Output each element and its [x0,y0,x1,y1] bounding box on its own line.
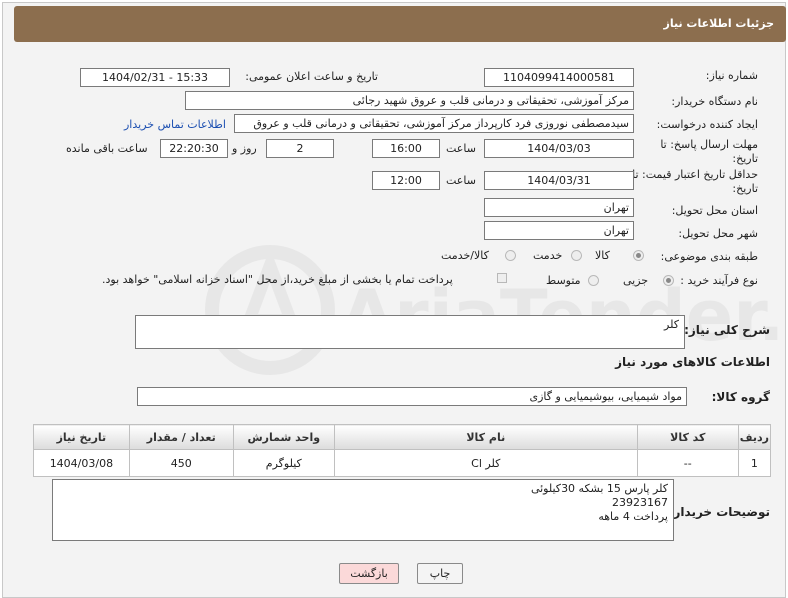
goods-group-field[interactable]: مواد شیمیایی، بیوشیمیایی و گازی [137,387,687,406]
summary-field[interactable]: کلر [135,315,685,349]
remaining-label: ساعت باقی مانده [66,142,148,155]
process-radio-medium[interactable] [588,275,599,286]
category-label: طبقه بندی موضوعی: [660,250,758,263]
contact-buyer-link[interactable]: اطلاعات تماس خریدار [124,118,226,131]
process-label: نوع فرآیند خرید : [680,274,758,287]
buyer-notes-line-2: 23923167 [612,496,668,509]
buyer-notes-line-3: پرداخت 4 ماهه [598,510,668,523]
back-button[interactable]: بازگشت [339,563,399,584]
province-field[interactable]: تهران [484,198,634,217]
buyer-notes-line-1: کلر پارس 15 بشکه 30کیلوئی [530,482,668,495]
col-row: ردیف [737,424,772,450]
summary-text: کلر [664,318,679,331]
need-number-field[interactable]: 1104099414000581 [484,68,634,87]
validity-label-text: حداقل تاریخ اعتبار قیمت: تا تاریخ: [632,168,758,195]
process-option-medium: متوسط [546,274,581,287]
requester-label: ایجاد کننده درخواست: [656,118,758,131]
buyer-notes-field[interactable]: کلر پارس 15 بشکه 30کیلوئی 23923167 پرداخ… [52,479,674,541]
category-option-service: خدمت [533,249,563,262]
validity-time-label: ساعت [446,174,476,187]
category-option-goods-service: کالا/خدمت [441,249,489,262]
print-button[interactable]: چاپ [417,563,463,584]
announce-label: تاریخ و ساعت اعلان عمومی: [245,70,378,83]
buyer-org-label: نام دستگاه خریدار: [671,95,758,108]
summary-label: شرح کلی نیاز: [684,323,770,337]
province-label: استان محل تحویل: [671,204,758,217]
page-title: جزئیات اطلاعات نیاز [663,17,775,30]
category-option-goods: کالا [595,249,610,262]
cell-code: -- [636,449,739,477]
table-row[interactable]: 1 -- کلر Cl کیلوگرم 450 1404/03/08 [33,449,772,477]
cell-row: 1 [737,449,772,477]
treasury-payment-checkbox[interactable] [497,273,507,283]
items-table: ردیف کد کالا نام کالا واحد شمارش تعداد /… [33,424,772,477]
category-radio-goods-service[interactable] [505,250,516,261]
deadline-label-text: مهلت ارسال پاسخ: تا تاریخ: [660,138,758,165]
payment-note: پرداخت تمام یا بخشی از مبلغ خرید،از محل … [102,273,453,286]
goods-group-label: گروه کالا: [711,390,770,404]
col-name: نام کالا [333,424,638,450]
col-unit: واحد شمارش [232,424,335,450]
validity-date-field[interactable]: 1404/03/31 [484,171,634,190]
cell-name: کلر Cl [333,449,638,477]
page-header: جزئیات اطلاعات نیاز [14,6,786,42]
validity-time-field[interactable]: 12:00 [372,171,440,190]
requester-field[interactable]: سیدمصطفی نوروزی فرد کارپرداز مرکز آموزشی… [234,114,634,133]
buyer-notes-label: توضیحات خریدار: [668,505,770,519]
cell-qty: 450 [128,449,234,477]
remaining-time-field[interactable]: 22:20:30 [160,139,228,158]
buyer-org-field[interactable]: مرکز آموزشی، تحقیقاتی و درمانی قلب و عرو… [185,91,634,110]
col-qty: تعداد / مقدار [128,424,234,450]
deadline-date-field[interactable]: 1404/03/03 [484,139,634,158]
process-option-minor: جزیی [623,274,649,287]
deadline-label: مهلت ارسال پاسخ: تا تاریخ: [648,138,758,166]
cell-date: 1404/03/08 [33,449,130,477]
need-number-label: شماره نیاز: [705,69,758,82]
col-code: کد کالا [636,424,739,450]
deadline-time-field[interactable]: 16:00 [372,139,440,158]
days-label: روز و [232,142,257,155]
category-radio-service[interactable] [571,250,582,261]
city-label: شهر محل تحویل: [678,227,758,240]
announce-field[interactable]: 1404/02/31 - 15:33 [80,68,230,87]
table-header-row: ردیف کد کالا نام کالا واحد شمارش تعداد /… [33,424,772,450]
days-field[interactable]: 2 [266,139,334,158]
deadline-time-label: ساعت [446,142,476,155]
process-radio-minor[interactable] [663,275,674,286]
city-field[interactable]: تهران [484,221,634,240]
goods-info-title: اطلاعات کالاهای مورد نیاز [615,355,770,369]
category-radio-goods[interactable] [633,250,644,261]
col-date: تاریخ نیاز [33,424,130,450]
cell-unit: کیلوگرم [232,449,335,477]
validity-label: حداقل تاریخ اعتبار قیمت: تا تاریخ: [628,168,758,196]
